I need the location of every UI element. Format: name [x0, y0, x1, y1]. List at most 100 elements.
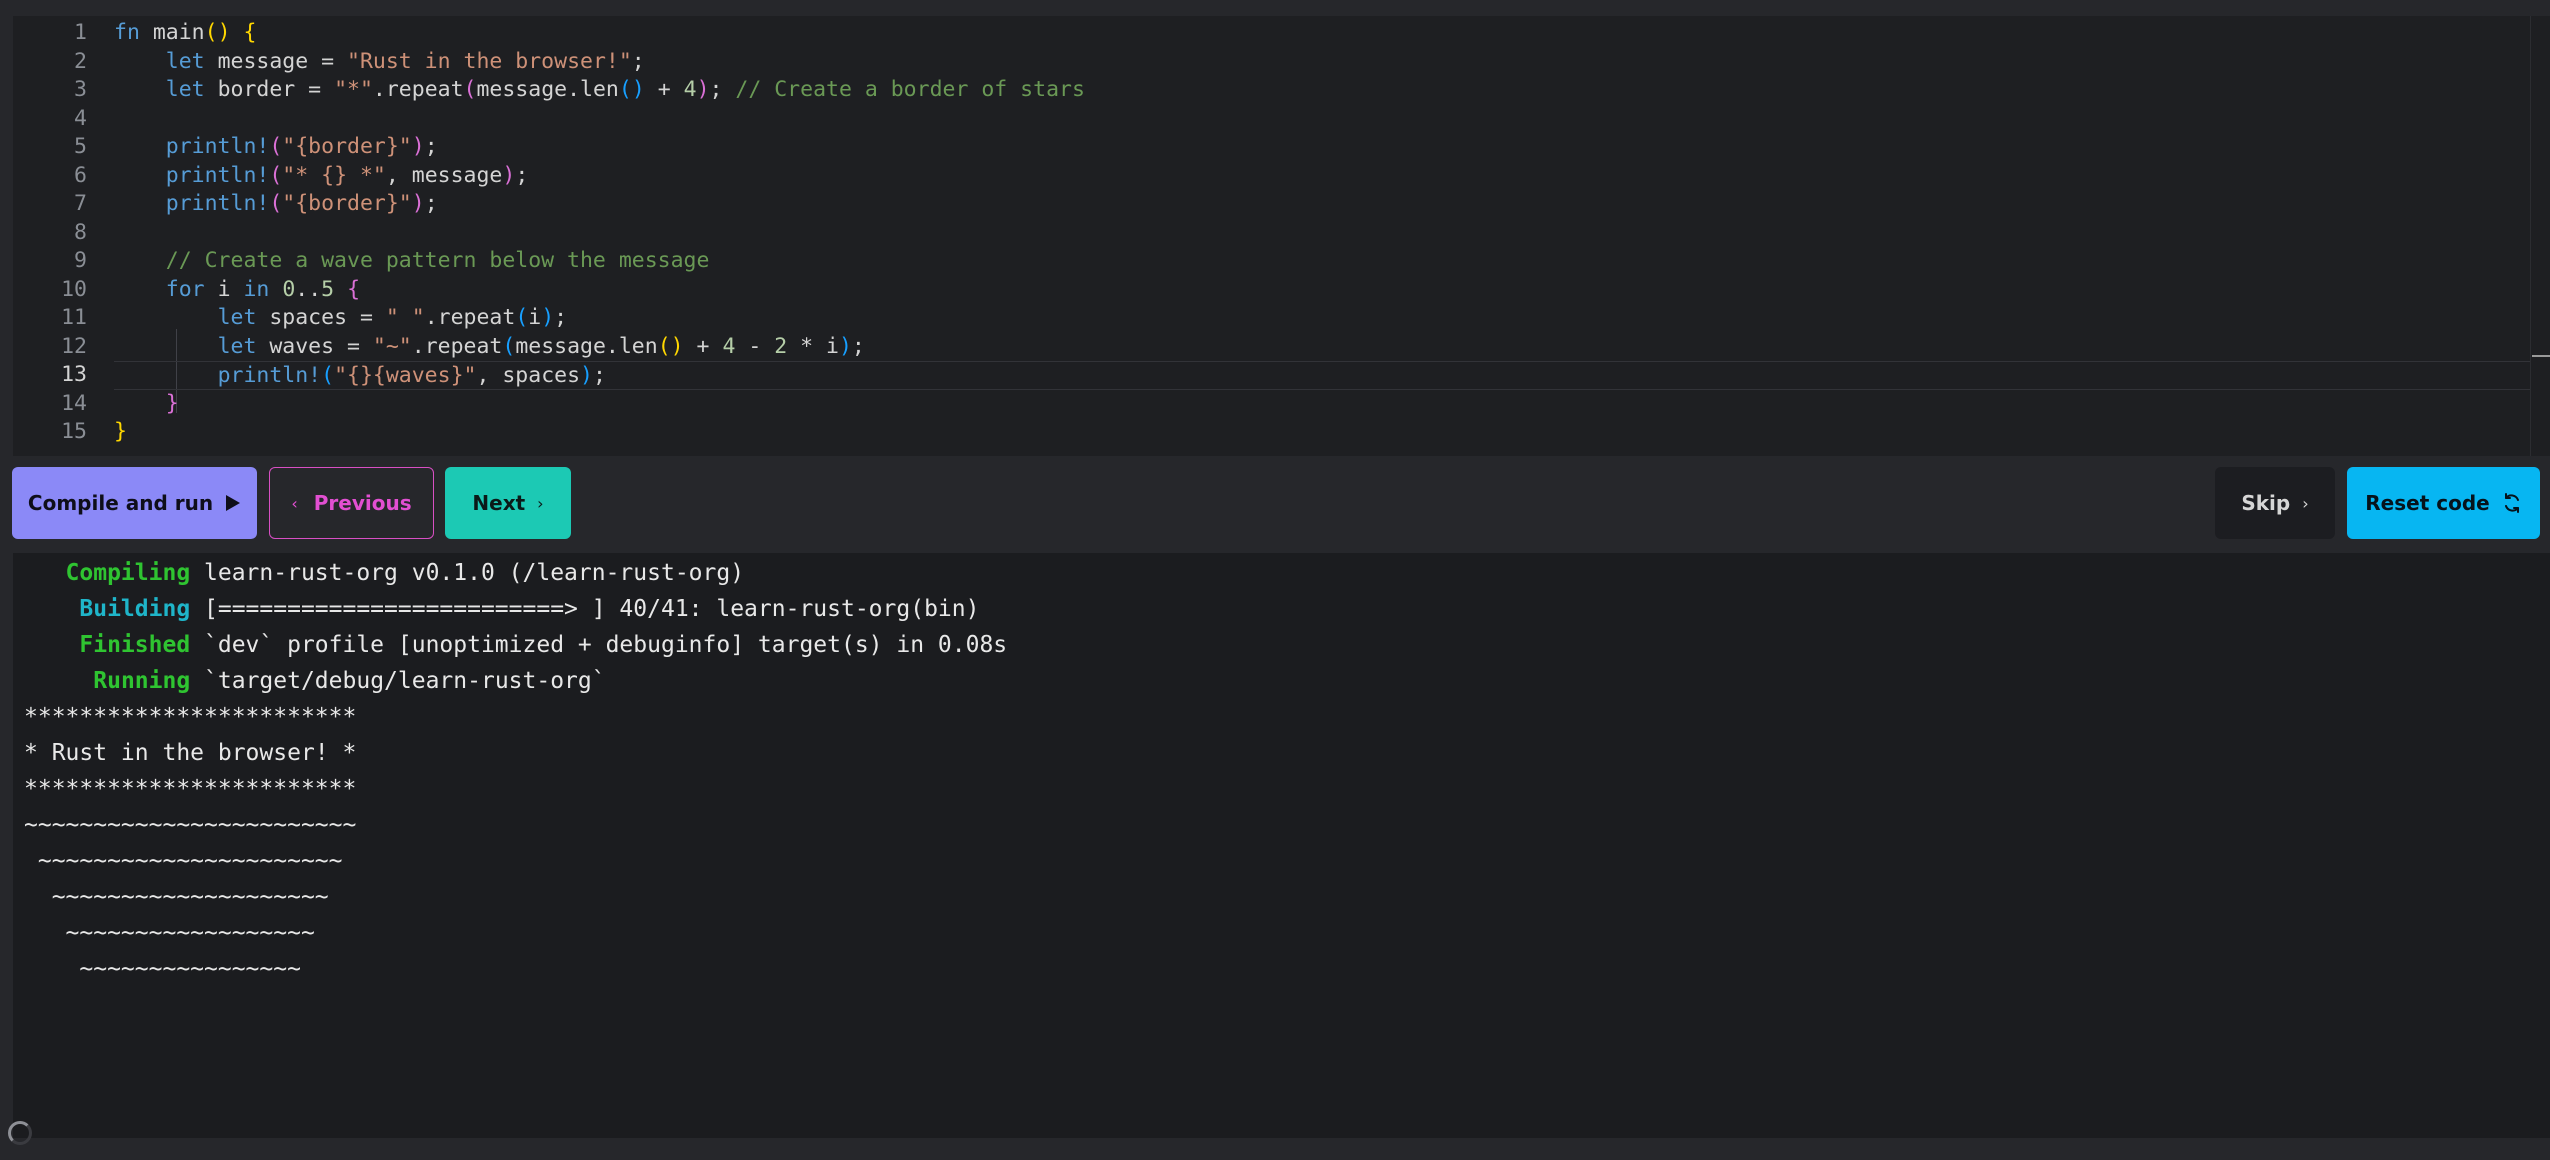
build-status-line: Running `target/debug/learn-rust-org`: [24, 663, 606, 699]
code-token: (): [618, 77, 645, 102]
line-number: 9: [74, 248, 87, 273]
code-token: let: [165, 77, 205, 102]
code-token: ): [580, 363, 593, 388]
code-line[interactable]: fn main() {: [114, 19, 2530, 48]
line-number: 1: [74, 20, 87, 45]
code-token: .repeat: [372, 77, 464, 102]
code-token: (: [463, 77, 477, 102]
line-number: 5: [74, 134, 87, 159]
code-token: let: [217, 305, 257, 330]
next-button-label: Next: [472, 491, 526, 515]
code-line[interactable]: let waves = "~".repeat(message.len() + 4…: [114, 333, 2530, 362]
code-token: (: [321, 363, 335, 388]
line-number-gutter: 1 2 3 4 5 6 7 8 9 10 11 12 13 14 15: [13, 16, 113, 456]
code-token: * i: [787, 333, 839, 359]
code-token: for: [165, 276, 205, 302]
code-line[interactable]: println!("{border}");: [114, 190, 2530, 219]
code-token: ): [541, 305, 555, 330]
previous-button[interactable]: ‹ Previous: [269, 467, 434, 539]
code-token: (: [502, 333, 516, 359]
terminal-text: ~~~~~~~~~~~~~~~~~~~~~~: [24, 848, 343, 874]
code-token: let: [165, 48, 205, 74]
terminal-text: ************************: [24, 776, 357, 802]
code-line[interactable]: }: [114, 418, 2530, 447]
code-token: 5: [321, 276, 335, 302]
code-token: ): [838, 333, 852, 359]
compile-and-run-button[interactable]: Compile and run: [12, 467, 257, 539]
code-token: ;: [851, 333, 865, 359]
code-token: }: [165, 390, 179, 416]
code-token: ;: [554, 305, 568, 330]
code-token: {: [243, 20, 257, 45]
code-line[interactable]: println!("* {} *", message);: [114, 162, 2530, 191]
program-output-line: ************************: [24, 771, 356, 807]
code-token: (: [269, 134, 283, 159]
line-number: 15: [61, 419, 87, 444]
chevron-right-icon: ›: [2302, 493, 2309, 513]
code-token: spaces =: [256, 305, 386, 330]
code-token: (): [657, 333, 684, 359]
chevron-right-icon: ›: [537, 493, 544, 513]
code-token: ;: [424, 191, 438, 216]
refresh-icon: [2504, 493, 2519, 513]
code-line[interactable]: [114, 105, 2530, 134]
code-token: // Create a border of stars: [735, 77, 1085, 102]
code-token: ;: [515, 162, 529, 188]
terminal-text: learn-rust-org v0.1.0 (/learn-rust-org): [190, 560, 745, 586]
code-token: ): [411, 191, 425, 216]
code-line[interactable]: }: [114, 390, 2530, 419]
code-editor[interactable]: 1 2 3 4 5 6 7 8 9 10 11 12 13 14 15 fn main() { let me…: [13, 16, 2550, 456]
program-output-line: ~~~~~~~~~~~~~~~~~~~~: [24, 879, 329, 915]
code-line[interactable]: // Create a wave pattern below the messa…: [114, 247, 2530, 276]
code-token: ;: [631, 48, 645, 74]
program-output-line: ************************: [24, 699, 356, 735]
code-line[interactable]: println!("{border}");: [114, 133, 2530, 162]
code-token: "Rust in the browser!": [347, 48, 632, 74]
code-line[interactable]: [114, 219, 2530, 248]
code-token: println!: [217, 363, 322, 388]
reset-code-button[interactable]: Reset code: [2347, 467, 2540, 539]
code-line[interactable]: let spaces = " ".repeat(i);: [114, 304, 2530, 333]
terminal-output: Compiling learn-rust-org v0.1.0 (/learn-…: [13, 553, 2550, 1138]
chevron-left-icon: ‹: [291, 493, 298, 513]
code-token: (: [515, 305, 529, 330]
code-line[interactable]: let message = "Rust in the browser!";: [114, 48, 2530, 77]
code-line[interactable]: println!("{}{waves}", spaces);: [114, 361, 2530, 390]
code-token: "{border}": [282, 191, 412, 216]
program-output-line: ~~~~~~~~~~~~~~~~~~: [24, 915, 315, 951]
code-token: ): [411, 134, 425, 159]
terminal-text: * Rust in the browser! *: [24, 740, 357, 766]
code-token: 4: [722, 333, 736, 359]
code-token: .repeat: [424, 305, 516, 330]
skip-button[interactable]: Skip ›: [2215, 467, 2335, 539]
code-token: , spaces: [476, 363, 581, 388]
code-area[interactable]: fn main() { let message = "Rust in the b…: [114, 16, 2550, 456]
code-token: "*": [334, 77, 373, 102]
code-token: 4: [683, 77, 697, 102]
code-token: 0: [282, 276, 296, 302]
code-token: {: [347, 276, 361, 302]
code-token: // Create a wave pattern below the messa…: [165, 248, 710, 273]
code-token: ..: [295, 276, 322, 302]
code-line[interactable]: for i in 0..5 {: [114, 276, 2530, 305]
code-token: ;: [592, 363, 606, 388]
code-token: println!: [165, 134, 270, 159]
code-token: (: [269, 162, 283, 188]
code-token: -: [735, 333, 775, 359]
code-token: }: [114, 419, 127, 444]
build-status-line: Finished `dev` profile [unoptimized + de…: [24, 627, 1007, 663]
terminal-text: ~~~~~~~~~~~~~~~~: [24, 956, 301, 982]
code-line[interactable]: let border = "*".repeat(message.len() + …: [114, 76, 2530, 105]
terminal-text: [=========================> ] 40/41: lea…: [190, 596, 980, 622]
code-token: "{border}": [282, 134, 412, 159]
editor-scrollbar[interactable]: [2530, 16, 2550, 456]
next-button[interactable]: Next ›: [445, 467, 571, 539]
terminal-text: `target/debug/learn-rust-org`: [190, 668, 606, 694]
code-token: border =: [204, 77, 335, 102]
build-status-keyword: Finished: [79, 632, 191, 658]
